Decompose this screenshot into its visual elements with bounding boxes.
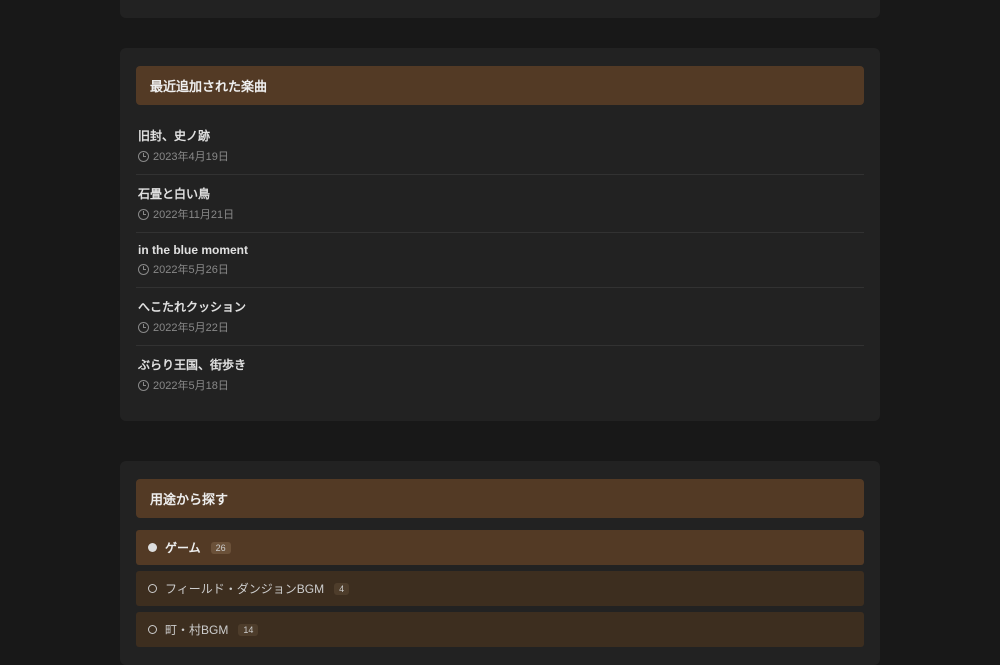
song-date: 2023年4月19日 (138, 148, 862, 164)
song-title[interactable]: 石畳と白い鳥 (138, 185, 862, 202)
clock-icon (138, 209, 149, 220)
category-label: 町・村BGM (165, 621, 228, 638)
song-item[interactable]: ぶらり王国、街歩き 2022年5月18日 (136, 346, 864, 403)
count-badge: 4 (334, 583, 349, 595)
song-title[interactable]: in the blue moment (138, 243, 862, 257)
song-item[interactable]: 石畳と白い鳥 2022年11月21日 (136, 175, 864, 233)
bullet-icon (148, 543, 157, 552)
recent-songs-panel: 最近追加された楽曲 旧封、史ノ跡 2023年4月19日 石畳と白い鳥 2022年… (120, 48, 880, 421)
song-date-label: 2022年5月26日 (153, 261, 229, 277)
song-date-label: 2022年5月18日 (153, 377, 229, 393)
category-item-game[interactable]: ゲーム 26 (136, 530, 864, 565)
song-date-label: 2023年4月19日 (153, 148, 229, 164)
bullet-icon (148, 625, 157, 634)
clock-icon (138, 380, 149, 391)
song-item[interactable]: in the blue moment 2022年5月26日 (136, 233, 864, 288)
song-date-label: 2022年5月22日 (153, 319, 229, 335)
category-list: ゲーム 26 フィールド・ダンジョンBGM 4 町・村BGM 14 (136, 530, 864, 647)
clock-icon (138, 151, 149, 162)
song-item[interactable]: へこたれクッション 2022年5月22日 (136, 288, 864, 346)
song-date: 2022年11月21日 (138, 206, 862, 222)
recent-songs-header: 最近追加された楽曲 (136, 66, 864, 105)
song-date-label: 2022年11月21日 (153, 206, 234, 222)
category-label: フィールド・ダンジョンBGM (165, 580, 324, 597)
bullet-icon (148, 584, 157, 593)
clock-icon (138, 264, 149, 275)
previous-panel-bottom (120, 0, 880, 18)
song-title[interactable]: ぶらり王国、街歩き (138, 356, 862, 373)
category-item-town-village[interactable]: 町・村BGM 14 (136, 612, 864, 647)
song-title[interactable]: 旧封、史ノ跡 (138, 127, 862, 144)
category-item-field-dungeon[interactable]: フィールド・ダンジョンBGM 4 (136, 571, 864, 606)
song-date: 2022年5月26日 (138, 261, 862, 277)
by-usage-panel: 用途から探す ゲーム 26 フィールド・ダンジョンBGM 4 町・村BGM 14 (120, 461, 880, 665)
song-title[interactable]: へこたれクッション (138, 298, 862, 315)
clock-icon (138, 322, 149, 333)
song-date: 2022年5月18日 (138, 377, 862, 393)
count-badge: 26 (211, 542, 231, 554)
song-date: 2022年5月22日 (138, 319, 862, 335)
by-usage-header: 用途から探す (136, 479, 864, 518)
song-item[interactable]: 旧封、史ノ跡 2023年4月19日 (136, 117, 864, 175)
category-label: ゲーム (165, 539, 201, 556)
count-badge: 14 (238, 624, 258, 636)
